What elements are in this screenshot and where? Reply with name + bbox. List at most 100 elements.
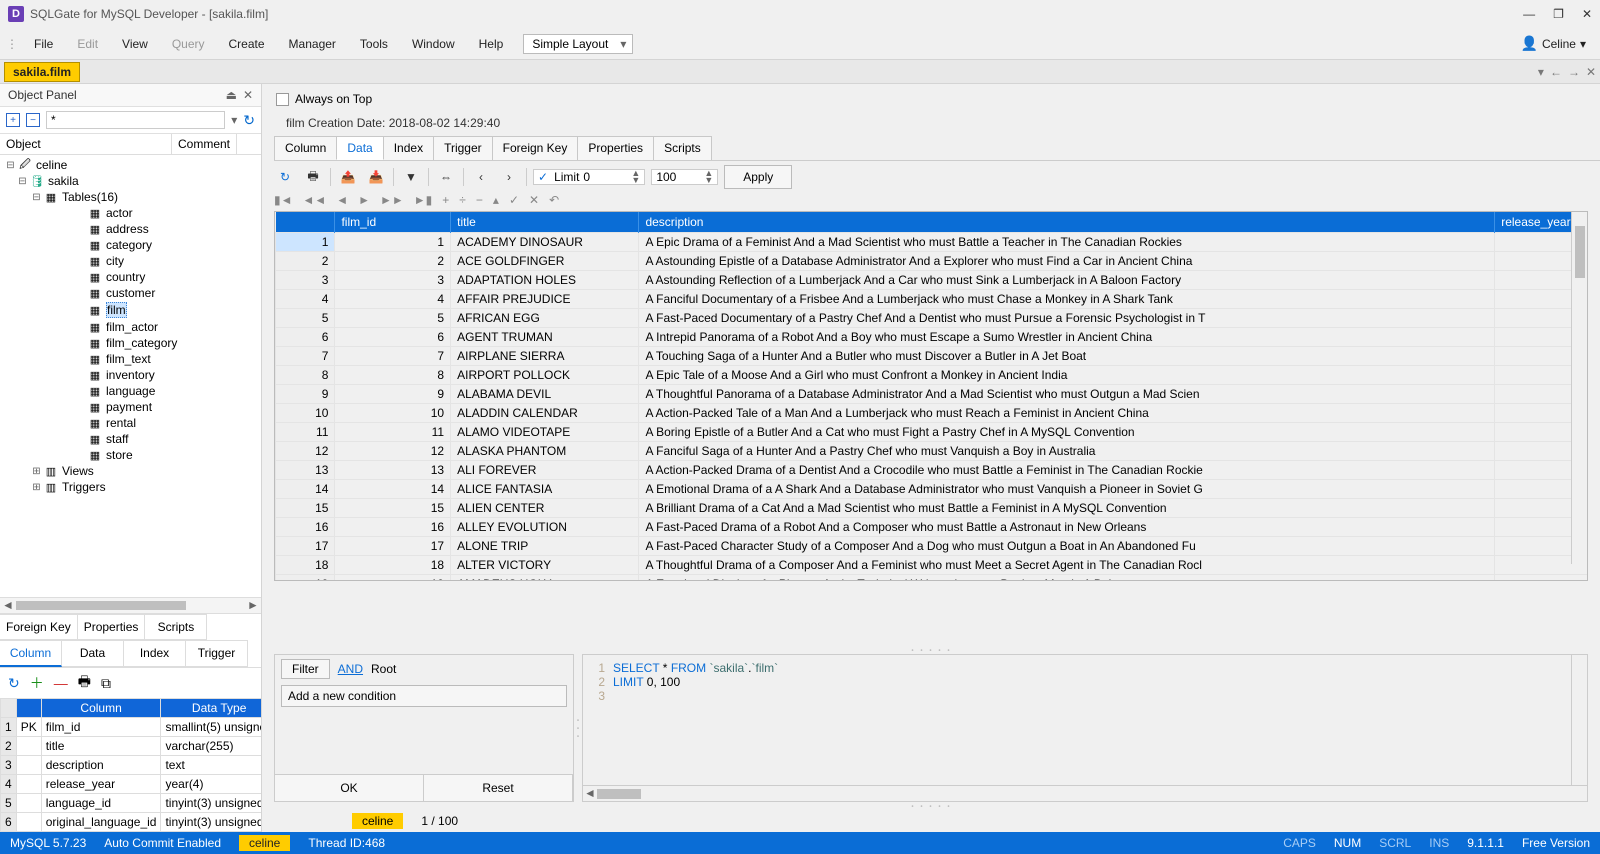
tree-node[interactable]: ▦film_category: [0, 335, 261, 351]
next-page-icon[interactable]: ›: [498, 166, 520, 188]
subtab-trigger[interactable]: Trigger: [433, 136, 493, 160]
tree-node[interactable]: ▦country: [0, 269, 261, 285]
tree-node[interactable]: ▦payment: [0, 399, 261, 415]
table-row[interactable]: 77AIRPLANE SIERRAA Touching Saga of a Hu…: [276, 347, 1589, 366]
cancel-icon[interactable]: ✕: [529, 193, 539, 207]
tree-node[interactable]: ⊟🖉celine: [0, 157, 261, 173]
tree-node[interactable]: ▦actor: [0, 205, 261, 221]
tree-hscroll[interactable]: ◄►: [0, 597, 261, 613]
refresh-icon[interactable]: ↻: [274, 166, 296, 188]
table-row[interactable]: 88AIRPORT POLLOCKA Epic Tale of a Moose …: [276, 366, 1589, 385]
tree-node[interactable]: ⊟▦Tables(16): [0, 189, 261, 205]
subtab-scripts[interactable]: Scripts: [653, 136, 712, 160]
window-drop-icon[interactable]: ▾: [1538, 65, 1544, 79]
print-icon[interactable]: 🖶: [302, 166, 324, 188]
tree-node[interactable]: ▦city: [0, 253, 261, 269]
tree-node[interactable]: ⊞▥Views: [0, 463, 261, 479]
insert-rec-icon[interactable]: ÷: [459, 193, 466, 207]
menu-create[interactable]: Create: [217, 33, 277, 55]
user-menu[interactable]: 👤 Celine ▾: [1521, 35, 1595, 52]
detail-tab-properties[interactable]: Properties: [78, 614, 146, 640]
table-row[interactable]: 55AFRICAN EGGA Fast-Paced Documentary of…: [276, 309, 1589, 328]
limit-to-input[interactable]: [656, 170, 700, 184]
fit-icon[interactable]: ⇔: [435, 166, 457, 188]
first-icon[interactable]: ▮◄: [274, 193, 292, 207]
table-row[interactable]: 1919AMADEUS HOLYA Emotional Display of a…: [276, 575, 1589, 582]
tree-node[interactable]: ▦inventory: [0, 367, 261, 383]
detail-tab-column[interactable]: Column: [0, 640, 62, 667]
table-row[interactable]: 22ACE GOLDFINGERA Astounding Epistle of …: [276, 252, 1589, 271]
col-add-icon[interactable]: ＋: [30, 673, 44, 693]
back-icon[interactable]: ◄: [336, 193, 348, 207]
apply-button[interactable]: Apply: [724, 165, 792, 189]
h-splitter-2[interactable]: ・・・・・: [262, 802, 1600, 810]
table-row[interactable]: 1515ALIEN CENTERA Brilliant Drama of a C…: [276, 499, 1589, 518]
tree-node[interactable]: ▦film_actor: [0, 319, 261, 335]
data-grid[interactable]: film_idtitledescriptionrelease_yearlangu…: [274, 211, 1588, 581]
prev-page-icon[interactable]: ‹: [470, 166, 492, 188]
tree-node[interactable]: ▦staff: [0, 431, 261, 447]
col-delete-icon[interactable]: —: [54, 675, 68, 691]
tree-node[interactable]: ▦rental: [0, 415, 261, 431]
detail-tab-scripts[interactable]: Scripts: [145, 614, 207, 640]
menu-tools[interactable]: Tools: [348, 33, 400, 55]
column-grid[interactable]: ColumnData Type1PKfilm_idsmallint(5) uns…: [0, 698, 261, 832]
next-icon[interactable]: ►►: [380, 193, 404, 207]
del-rec-icon[interactable]: −: [476, 193, 483, 207]
detail-tab-foreign-key[interactable]: Foreign Key: [0, 614, 78, 640]
table-row[interactable]: 1313ALI FOREVERA Action-Packed Drama of …: [276, 461, 1589, 480]
filter-dropdown-icon[interactable]: ▾: [231, 113, 237, 127]
nav-fwd-icon[interactable]: →: [1568, 65, 1580, 79]
minimize-button[interactable]: —: [1523, 7, 1535, 21]
subtab-index[interactable]: Index: [383, 136, 434, 160]
layout-combo[interactable]: Simple Layout: [523, 34, 633, 54]
tree-node[interactable]: ⊞▥Triggers: [0, 479, 261, 495]
detail-tab-data[interactable]: Data: [62, 640, 124, 667]
filter-icon[interactable]: ▼: [400, 166, 422, 188]
collapse-all-button[interactable]: −: [26, 113, 40, 127]
tree-node[interactable]: ⊟🛢sakila: [0, 173, 261, 189]
table-row[interactable]: 33ADAPTATION HOLESA Astounding Reflectio…: [276, 271, 1589, 290]
undo-icon[interactable]: ↶: [549, 193, 559, 207]
col-more-icon[interactable]: ⧉: [101, 675, 111, 692]
tree-node[interactable]: ▦language: [0, 383, 261, 399]
h-splitter[interactable]: ・・・・・: [262, 646, 1600, 654]
add-rec-icon[interactable]: +: [442, 193, 449, 207]
grid-vscroll[interactable]: [1571, 212, 1587, 564]
table-row[interactable]: 1616ALLEY EVOLUTIONA Fast-Paced Drama of…: [276, 518, 1589, 537]
tab-close-icon[interactable]: ✕: [1586, 65, 1596, 79]
always-on-top-checkbox[interactable]: [276, 93, 289, 106]
menu-edit[interactable]: Edit: [65, 33, 110, 55]
tree-node[interactable]: ▦store: [0, 447, 261, 463]
table-row[interactable]: 1818ALTER VICTORYA Thoughtful Drama of a…: [276, 556, 1589, 575]
expand-all-button[interactable]: +: [6, 113, 20, 127]
table-row[interactable]: 66AGENT TRUMANA Intrepid Panorama of a R…: [276, 328, 1589, 347]
table-row[interactable]: 44AFFAIR PREJUDICEA Fanciful Documentary…: [276, 290, 1589, 309]
pin-icon[interactable]: ⏏: [226, 88, 237, 102]
edit-rec-icon[interactable]: ▴: [493, 193, 499, 207]
table-row[interactable]: 1111ALAMO VIDEOTAPEA Boring Epistle of a…: [276, 423, 1589, 442]
sql-editor[interactable]: 123 SELECT * FROM `sakila`.`film`LIMIT 0…: [582, 654, 1588, 802]
object-tree[interactable]: ⊟🖉celine⊟🛢sakila⊟▦Tables(16)▦actor▦addre…: [0, 155, 261, 597]
table-row[interactable]: 99ALABAMA DEVILA Thoughtful Panorama of …: [276, 385, 1589, 404]
prev-icon[interactable]: ◄◄: [302, 193, 326, 207]
v-splitter[interactable]: ・・・: [574, 654, 582, 802]
menu-help[interactable]: Help: [467, 33, 516, 55]
col-print-icon[interactable]: 🖶: [78, 671, 91, 695]
table-row[interactable]: 11ACADEMY DINOSAURA Epic Drama of a Femi…: [276, 233, 1589, 252]
table-row[interactable]: 1010ALADDIN CALENDARA Action-Packed Tale…: [276, 404, 1589, 423]
tree-node[interactable]: ▦address: [0, 221, 261, 237]
detail-tab-trigger[interactable]: Trigger: [186, 640, 248, 667]
menu-manager[interactable]: Manager: [277, 33, 348, 55]
detail-tab-index[interactable]: Index: [124, 640, 186, 667]
menu-query[interactable]: Query: [160, 33, 217, 55]
sql-vscroll[interactable]: [1571, 655, 1587, 785]
tree-node[interactable]: ▦customer: [0, 285, 261, 301]
sql-hscroll[interactable]: ◄: [583, 785, 1587, 801]
filter-and[interactable]: AND: [338, 662, 363, 676]
filter-ok-button[interactable]: OK: [275, 775, 424, 801]
maximize-button[interactable]: ❐: [1553, 7, 1564, 21]
tree-node[interactable]: ▦film: [0, 301, 261, 319]
panel-close-icon[interactable]: ✕: [243, 88, 253, 102]
object-filter-input[interactable]: [46, 111, 225, 129]
